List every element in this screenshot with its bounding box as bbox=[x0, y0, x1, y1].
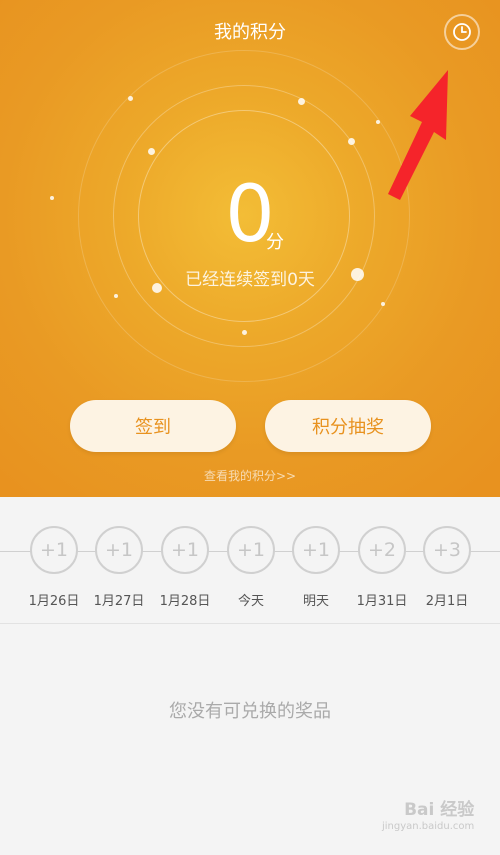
page-title: 我的积分 bbox=[214, 22, 286, 43]
clock-icon bbox=[453, 23, 471, 41]
section-divider bbox=[0, 623, 500, 624]
points-circle: +3 bbox=[423, 526, 471, 574]
points-circle: +2 bbox=[358, 526, 406, 574]
points-circle: +1 bbox=[161, 526, 209, 574]
watermark-line: Bai 经验 bbox=[404, 800, 475, 820]
day-label: 1月27日 bbox=[93, 594, 145, 609]
lottery-button[interactable]: 积分抽奖 bbox=[265, 400, 431, 452]
timeline-day: +1 今天 bbox=[218, 526, 284, 609]
day-label: 明天 bbox=[302, 594, 329, 609]
points-circle: +1 bbox=[95, 526, 143, 574]
sparkle-dot bbox=[381, 302, 385, 306]
sign-in-button[interactable]: 签到 bbox=[70, 400, 236, 452]
sparkle-dot bbox=[298, 98, 305, 105]
points-circle: +1 bbox=[30, 526, 78, 574]
sparkle-dot bbox=[128, 96, 133, 101]
sparkle-dot bbox=[114, 294, 118, 298]
timeline-day: +1 1月26日 bbox=[21, 526, 87, 609]
history-button[interactable] bbox=[444, 14, 480, 50]
timeline-day: +1 明天 bbox=[283, 526, 349, 609]
timeline-day: +1 1月28日 bbox=[152, 526, 218, 609]
annotation-arrow bbox=[388, 70, 448, 200]
timeline-day: +3 2月1日 bbox=[414, 526, 480, 609]
watermark: Bai 经验 jingyan.baidu.com bbox=[382, 800, 474, 834]
sparkle-dot bbox=[148, 148, 155, 155]
view-points-link[interactable]: 查看我的积分>> bbox=[0, 467, 500, 484]
score-unit: 分 bbox=[266, 232, 284, 253]
day-label: 1月28日 bbox=[159, 594, 211, 609]
timeline-day: +1 1月27日 bbox=[86, 526, 152, 609]
empty-rewards-text: 您没有可兑换的奖品 bbox=[169, 701, 331, 722]
sparkle-dot bbox=[348, 138, 355, 145]
day-label: 1月31日 bbox=[356, 594, 408, 609]
day-label: 今天 bbox=[237, 594, 264, 609]
points-circle: +1 bbox=[227, 526, 275, 574]
points-circle: +1 bbox=[292, 526, 340, 574]
watermark-line: jingyan.baidu.com bbox=[382, 821, 475, 832]
sparkle-dot bbox=[242, 330, 247, 335]
day-label: 2月1日 bbox=[425, 594, 469, 609]
day-label: 1月26日 bbox=[28, 594, 80, 609]
timeline-day: +2 1月31日 bbox=[349, 526, 415, 609]
streak-text: 已经连续签到0天 bbox=[185, 270, 315, 290]
